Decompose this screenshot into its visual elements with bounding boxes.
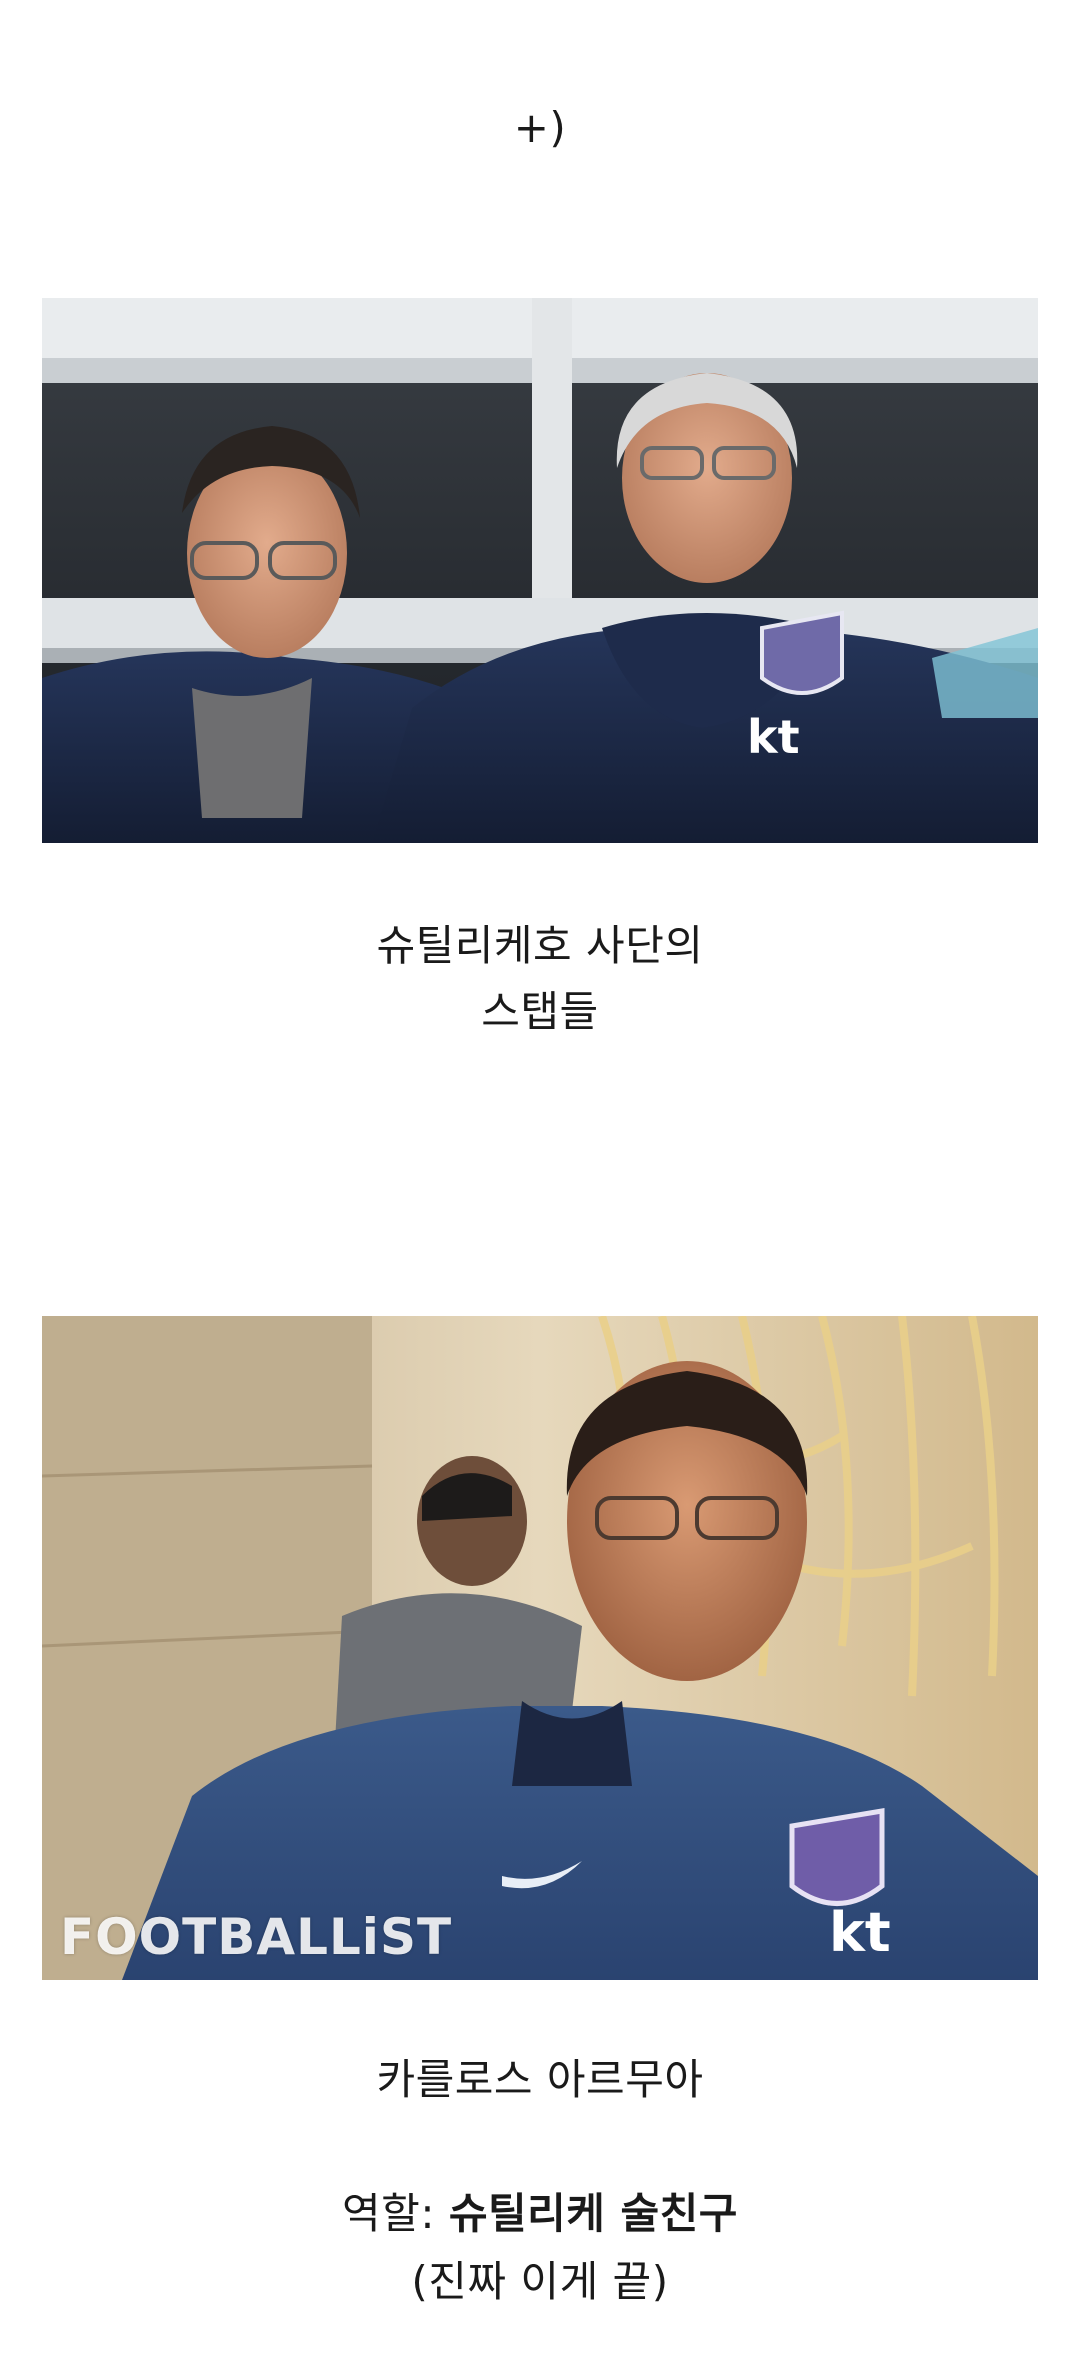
kt-logo: kt (747, 710, 800, 764)
caption-staff-line1: 슈틸리케호 사단의 (376, 921, 704, 970)
role-note: (진짜 이게 끝) (411, 2257, 669, 2306)
photo-staff-in-stands: kt (42, 298, 1038, 843)
kt-logo: kt (829, 1901, 891, 1964)
photo-staff-in-stands-illustration (42, 298, 1038, 843)
role-line: 역할: 슈틸리케 술친구 (0, 2186, 1080, 2242)
photo-carlos-armua-illustration (42, 1316, 1038, 1980)
photo-carlos-armua: kt FOOTBALLiST (42, 1316, 1038, 1980)
role-value: 슈틸리케 술친구 (448, 2189, 738, 2238)
footballist-watermark: FOOTBALLiST (60, 1908, 453, 1966)
top-note: +) (513, 103, 567, 152)
caption-staff-line2: 스탭들 (481, 987, 599, 1036)
person-name: 카를로스 아르무아 (376, 2055, 704, 2104)
role-label: 역할: (342, 2189, 449, 2238)
